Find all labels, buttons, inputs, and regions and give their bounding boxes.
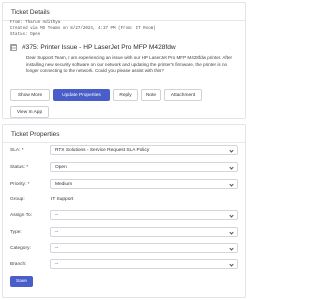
ticket-description: Dear Support Team, I am experiencing an … bbox=[26, 55, 233, 74]
reply-button[interactable]: Reply bbox=[113, 89, 138, 101]
ticket-details-heading: Ticket Details bbox=[11, 9, 50, 16]
status-select[interactable]: Open bbox=[50, 162, 238, 172]
ticket-actions-row2: View In App bbox=[10, 106, 49, 118]
priority-value: Medium bbox=[55, 181, 73, 187]
ticket-subject: #375: Printer Issue - HP LaserJet Pro MF… bbox=[22, 44, 176, 51]
branch-select[interactable]: -- bbox=[50, 259, 238, 269]
chevron-down-icon bbox=[229, 165, 234, 170]
show-more-button[interactable]: Show More bbox=[10, 89, 50, 101]
type-select[interactable]: -- bbox=[50, 227, 238, 237]
view-in-app-button[interactable]: View In App bbox=[10, 106, 49, 118]
chevron-down-icon bbox=[229, 148, 234, 153]
ticket-status: Status: Open bbox=[10, 33, 41, 37]
assign-to-value: -- bbox=[55, 212, 59, 218]
priority-select[interactable]: Medium bbox=[50, 179, 238, 189]
branch-value: -- bbox=[55, 261, 59, 267]
category-select[interactable]: -- bbox=[50, 243, 238, 253]
ticket-created: Created via MS Teams on 8/27/2024, 4:37 … bbox=[10, 27, 156, 31]
ticket-actions: Show More Update Properties Reply Note A… bbox=[10, 89, 202, 101]
assign-to-select[interactable]: -- bbox=[50, 210, 238, 220]
sla-select[interactable]: RTX Solutions - Service Request SLA Poli… bbox=[50, 145, 238, 155]
group-value: IT Support bbox=[51, 197, 74, 202]
group-label: Group: bbox=[10, 197, 25, 202]
chevron-down-icon bbox=[229, 246, 234, 251]
type-value: -- bbox=[55, 229, 59, 235]
status-value: Open bbox=[55, 164, 67, 170]
update-properties-button[interactable]: Update Properties bbox=[53, 89, 110, 101]
chevron-down-icon bbox=[229, 262, 234, 267]
sla-label: SLA: * bbox=[10, 148, 24, 153]
chevron-down-icon bbox=[229, 213, 234, 218]
ticket-icon bbox=[10, 44, 17, 51]
type-label: Type: bbox=[10, 230, 22, 235]
ticket-from: From: Tharun Adithya bbox=[10, 21, 61, 25]
branch-label: Branch: bbox=[10, 262, 27, 267]
ticket-properties-heading: Ticket Properties bbox=[11, 131, 60, 138]
chevron-down-icon bbox=[229, 182, 234, 187]
status-label: Status: * bbox=[10, 165, 29, 170]
divider bbox=[3, 142, 245, 143]
ticket-panel: Ticket Details From: Tharun Adithya Crea… bbox=[0, 0, 248, 300]
save-button[interactable]: Save bbox=[10, 276, 33, 287]
chevron-down-icon bbox=[229, 230, 234, 235]
note-button[interactable]: Note bbox=[141, 89, 161, 101]
category-value: -- bbox=[55, 245, 59, 251]
attachment-button[interactable]: Attachment bbox=[164, 89, 202, 101]
priority-label: Priority: * bbox=[10, 182, 30, 187]
category-label: Category: bbox=[10, 246, 31, 251]
sla-value: RTX Solutions - Service Request SLA Poli… bbox=[55, 147, 150, 153]
ticket-subject-row: #375: Printer Issue - HP LaserJet Pro MF… bbox=[10, 44, 176, 51]
assign-to-label: Assign To: bbox=[10, 213, 33, 218]
